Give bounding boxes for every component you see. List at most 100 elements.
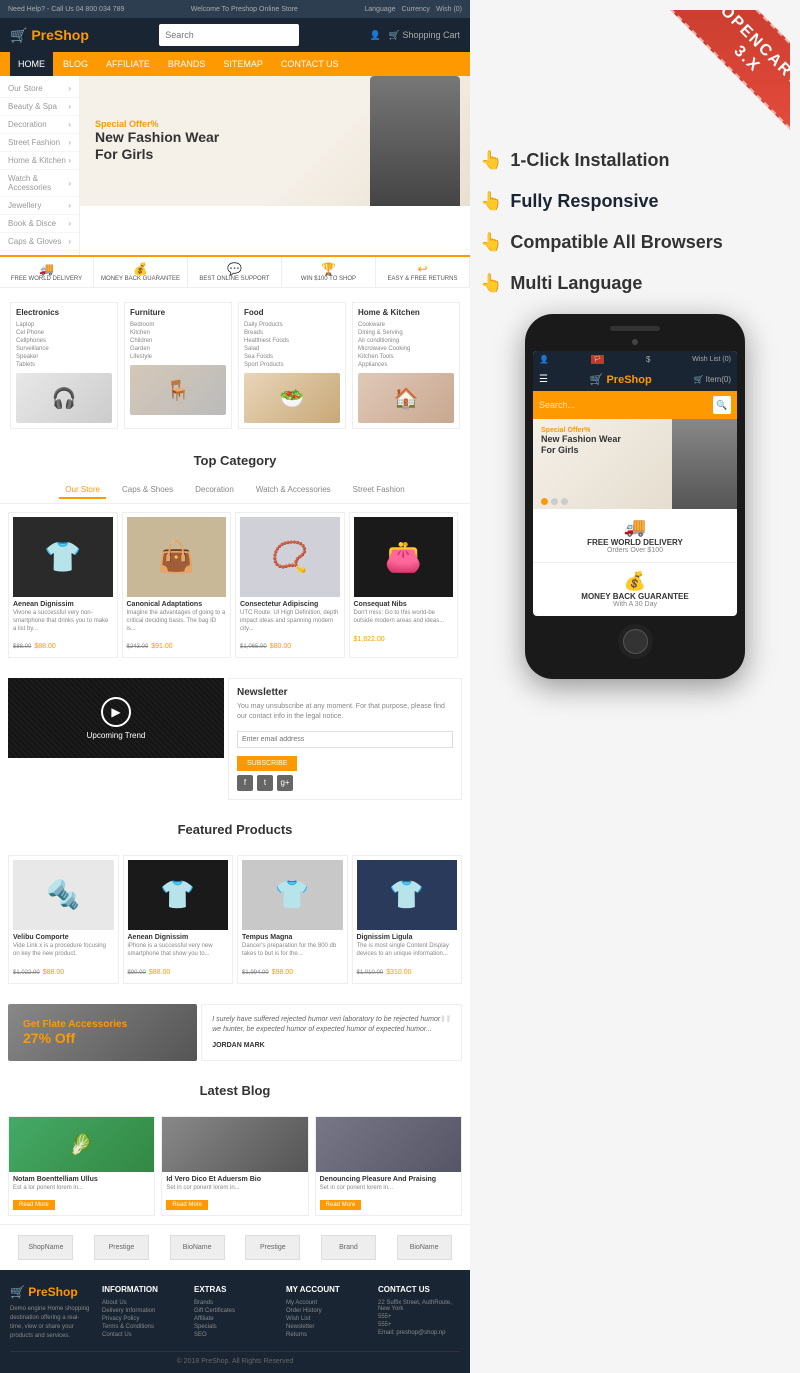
footer-link-specials[interactable]: Specials [194,1324,276,1330]
facebook-icon[interactable]: f [237,775,253,791]
cat-home-img: 🏠 [358,373,454,423]
footer-link-gift[interactable]: Gift Certificates [194,1308,276,1314]
ph-hero: Special Offer% New Fashion Wear For Girl… [533,419,737,509]
googleplus-icon[interactable]: g+ [277,775,293,791]
footer-col-about: 🛒 PreShop Demo engine Home shopping dest… [10,1285,92,1341]
ph-dots [541,498,568,505]
ph-hero-figure [672,419,737,509]
wishlist-label[interactable]: Wish (0) [436,6,462,13]
cart-icon[interactable]: 🛒 Shopping Cart [389,30,460,41]
product-desc-2: Imagine the advantages of going to a cri… [127,610,227,633]
brand-6[interactable]: BioName [397,1235,452,1260]
footer-link-myaccount[interactable]: My Account [286,1300,368,1306]
product-card-4: 👛 Consequat Nibs Don't miss: Go to this … [349,512,459,658]
footer-link-terms[interactable]: Terms & Conditions [102,1324,184,1330]
product-price-1: $88.00$88.00 [13,635,113,653]
sidebar-item-beauty[interactable]: Beauty & Spa› [0,98,79,116]
footer-link-contact[interactable]: Contact Us [102,1332,184,1338]
tab-decoration[interactable]: Decoration [189,482,240,499]
sidebar-item-jewellery[interactable]: Jewellery› [0,197,79,215]
sidebar-item-fashion[interactable]: Street Fashion› [0,134,79,152]
ph-hamburger-icon[interactable]: ☰ [539,374,548,385]
sidebar-item-decoration[interactable]: Decoration› [0,116,79,134]
ph-delivery-icon: 🚚 [539,517,731,538]
content-area: Our Store› Beauty & Spa› Decoration› Str… [0,76,470,255]
brand-4[interactable]: Prestige [245,1235,300,1260]
footer-link-orders[interactable]: Order History [286,1308,368,1314]
blog-img-3 [316,1117,461,1172]
product-desc-4: Don't miss: Go to this world-be outside … [354,610,454,626]
promo-discount: 27% Off [23,1030,182,1046]
nav-brands[interactable]: BRANDS [160,52,214,76]
logo-text2: Shop [54,27,89,43]
promo-title: Get Flate Accessories [23,1019,182,1030]
nav-affiliate[interactable]: AFFILIATE [98,52,158,76]
topbar-controls: Language Currency Wish (0) [364,6,462,13]
blog-section-title: Latest Blog [0,1073,470,1108]
nav-home[interactable]: HOME [10,52,53,76]
product-card-1: 👕 Aenean Dignissim Vivone a successful v… [8,512,118,658]
cat-furniture-img: 🪑 [130,365,226,415]
feature-win: 🏆WIN $100 TO SHOP [282,257,376,287]
blog-text-2: Set in cor ponent lorem in... [166,1185,303,1191]
nav-blog[interactable]: BLOG [55,52,96,76]
ph-search-bar: 🔍 [533,391,737,419]
sidebar-item-ourstore[interactable]: Our Store› [0,80,79,98]
promo-testimonial-section: Get Flate Accessories 27% Off " I surely… [0,996,470,1069]
blog-btn-1[interactable]: Read More [13,1200,55,1210]
blog-btn-2[interactable]: Read More [166,1200,208,1210]
footer: 🛒 PreShop Demo engine Home shopping dest… [0,1270,470,1373]
website-screenshot: Need Help? - Call Us 04 800 034 789 Welc… [0,0,470,1373]
feature-1-click: 1-Click Installation [510,150,669,171]
brand-3[interactable]: BioName [170,1235,225,1260]
ph-search-button[interactable]: 🔍 [713,396,731,414]
newsletter-email-input[interactable] [237,731,453,748]
sidebar-item-book[interactable]: Book & Disce› [0,215,79,233]
feat-name-4: Dignissim Ligula [357,934,458,941]
product-price-4: $1,822.00 [354,628,454,646]
nav-sitemap[interactable]: SITEMAP [215,52,271,76]
search-input[interactable] [165,30,293,40]
tab-caps[interactable]: Caps & Shoes [116,482,179,499]
ph-logo: 🛒 PreShop [590,373,652,386]
tab-watch[interactable]: Watch & Accessories [250,482,337,499]
feature-multilang: Multi Language [510,273,642,294]
cat-homekitchen: Home & Kitchen Cookware Dining & Serving… [352,302,460,429]
tab-ourstore[interactable]: Our Store [59,482,106,499]
footer-link-wishlist[interactable]: Wish List [286,1316,368,1322]
feat-name-2: Aenean Dignissim [128,934,229,941]
footer-link-seo[interactable]: SEO [194,1332,276,1338]
phone-home-button[interactable] [618,624,653,659]
twitter-icon[interactable]: t [257,775,273,791]
footer-link-newsletter[interactable]: Newsletter [286,1324,368,1330]
newsletter-subscribe-button[interactable]: SUBSCRIBE [237,756,297,771]
phone-speaker [610,326,660,331]
play-button[interactable]: ▶ [101,697,131,727]
ph-cart[interactable]: 🛒 Item(0) [693,375,731,384]
footer-link-about[interactable]: About Us [102,1300,184,1306]
sidebar-item-watch[interactable]: Watch & Accessories› [0,170,79,197]
language-label[interactable]: Language [364,6,395,13]
brand-2[interactable]: Prestige [94,1235,149,1260]
header-icons: 👤 🛒 Shopping Cart [370,30,460,41]
brand-5[interactable]: Brand [321,1235,376,1260]
logo[interactable]: 🛒 PreShop [10,27,89,44]
ribbon-area: OPENCART 3.X [480,10,790,140]
sidebar-item-caps[interactable]: Caps & Gloves› [0,233,79,251]
footer-link-brands[interactable]: Brands [194,1300,276,1306]
user-icon[interactable]: 👤 [370,30,381,41]
category-tabs: Our Store Caps & Shoes Decoration Watch … [0,478,470,504]
currency-label[interactable]: Currency [402,6,430,13]
ph-search-input[interactable] [539,400,709,410]
footer-link-delivery[interactable]: Delivery Information [102,1308,184,1314]
nav-contact[interactable]: CONTACT US [273,52,347,76]
footer-link-returns[interactable]: Returns [286,1332,368,1338]
tab-streetfashion[interactable]: Street Fashion [347,482,411,499]
footer-col-contact: Contact Us 22 Suffix Street, AuthRoute, … [378,1285,460,1341]
blog-btn-3[interactable]: Read More [320,1200,362,1210]
brand-1[interactable]: ShopName [18,1235,73,1260]
footer-link-affiliate[interactable]: Affiliate [194,1316,276,1322]
feature-delivery: 🚚FREE WORLD DELIVERY [0,257,94,287]
sidebar-item-home[interactable]: Home & Kitchen› [0,152,79,170]
footer-link-privacy[interactable]: Privacy Policy [102,1316,184,1322]
